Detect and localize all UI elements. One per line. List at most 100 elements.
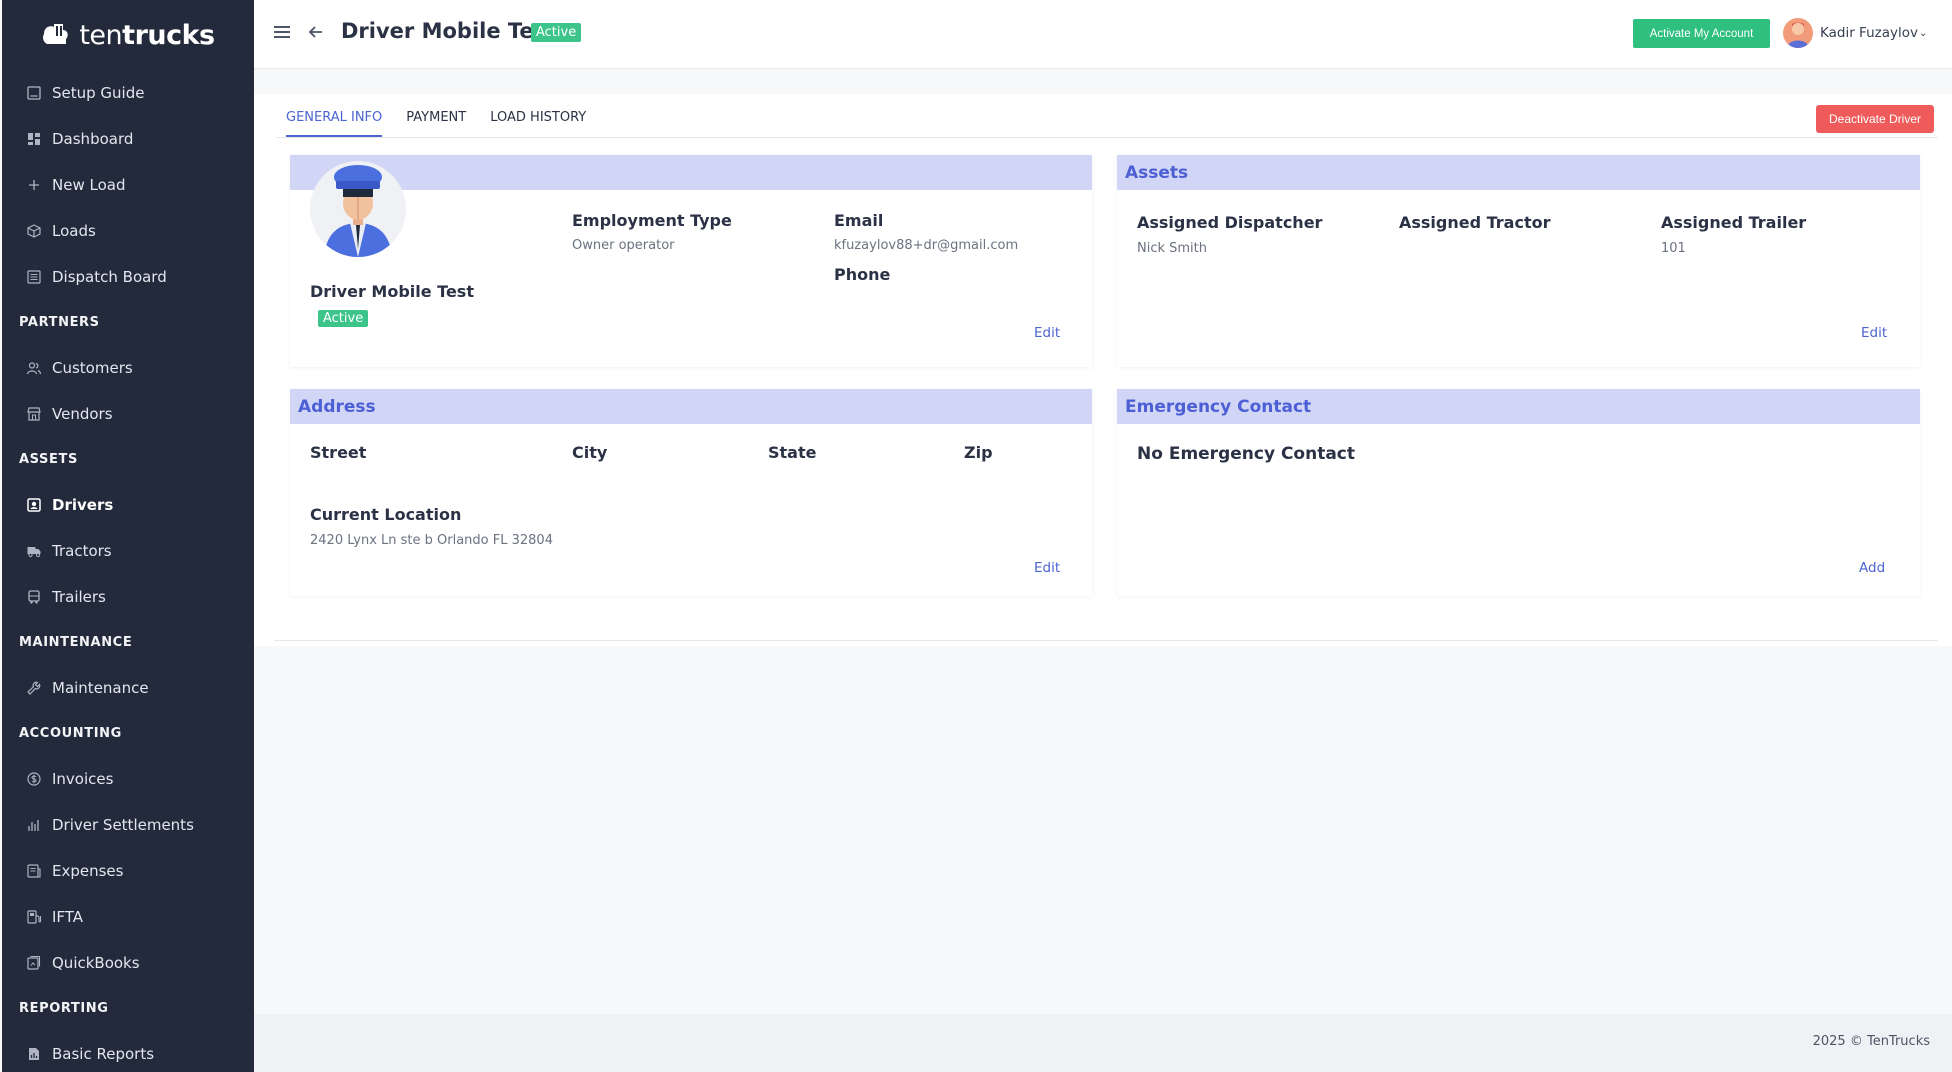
tab-payment[interactable]: PAYMENT bbox=[406, 110, 466, 137]
sidebar-item-label: Customers bbox=[52, 359, 133, 377]
status-badge: Active bbox=[531, 23, 582, 42]
assigned-trailer-value: 101 bbox=[1661, 241, 1686, 256]
add-emergency-contact-link[interactable]: Add bbox=[1859, 560, 1885, 576]
edit-driver-link[interactable]: Edit bbox=[1034, 325, 1060, 341]
sidebar-item-label: Dispatch Board bbox=[52, 268, 167, 286]
avatar bbox=[1783, 18, 1813, 48]
page-title: Driver Mobile Test bbox=[341, 19, 557, 43]
sidebar-item-customers[interactable]: Customers bbox=[2, 345, 254, 391]
city-label: City bbox=[572, 443, 608, 462]
sidebar-item-label: Drivers bbox=[52, 496, 114, 514]
sidebar-item-label: Vendors bbox=[52, 405, 113, 423]
sidebar-item-label: Setup Guide bbox=[52, 84, 145, 102]
assets-card: Assets Assigned Dispatcher Nick Smith As… bbox=[1117, 155, 1920, 367]
sidebar-item-basic-reports[interactable]: Basic Reports bbox=[2, 1031, 254, 1072]
employment-type-label: Employment Type bbox=[572, 211, 732, 230]
driver-icon bbox=[26, 497, 42, 513]
users-icon bbox=[26, 360, 42, 376]
sidebar-nav: Setup Guide Dashboard New Load Loads Dispatc… bbox=[2, 70, 254, 1072]
sidebar-item-label: Maintenance bbox=[52, 679, 149, 697]
sidebar-item-quickbooks[interactable]: QuickBooks bbox=[2, 940, 254, 986]
sidebar-section-maintenance: MAINTENANCE bbox=[19, 635, 133, 650]
sidebar-item-loads[interactable]: Loads bbox=[2, 208, 254, 254]
receipt-icon bbox=[26, 863, 42, 879]
sidebar-item-vendors[interactable]: Vendors bbox=[2, 391, 254, 437]
sidebar-item-dashboard[interactable]: Dashboard bbox=[2, 116, 254, 162]
board-icon bbox=[26, 269, 42, 285]
email-label: Email bbox=[834, 211, 884, 230]
sidebar-item-label: Loads bbox=[52, 222, 96, 240]
ledger-icon bbox=[26, 955, 42, 971]
sidebar-item-label: New Load bbox=[52, 176, 126, 194]
activate-account-button[interactable]: Activate My Account bbox=[1633, 19, 1770, 48]
hamburger-menu-icon[interactable] bbox=[272, 22, 292, 42]
sidebar-item-label: Invoices bbox=[52, 770, 114, 788]
assigned-dispatcher-value: Nick Smith bbox=[1137, 241, 1208, 256]
sidebar-item-label: IFTA bbox=[52, 908, 84, 926]
sidebar-item-invoices[interactable]: Invoices bbox=[2, 756, 254, 802]
main-panel: GENERAL INFO PAYMENT LOAD HISTORY Deacti… bbox=[254, 94, 1952, 646]
driver-avatar bbox=[310, 161, 406, 257]
footer: 2025 © TenTrucks bbox=[254, 1014, 1952, 1072]
footer-copyright: 2025 © TenTrucks bbox=[1812, 1034, 1930, 1049]
book-icon bbox=[26, 85, 42, 101]
wrench-icon bbox=[26, 680, 42, 696]
bars-icon bbox=[26, 817, 42, 833]
logo-icon bbox=[43, 24, 69, 44]
top-bar: Driver Mobile Test Active Activate My Ac… bbox=[254, 0, 1952, 69]
phone-label: Phone bbox=[834, 265, 891, 284]
address-card: Address Street City State Zip Current Lo… bbox=[290, 389, 1092, 596]
sidebar-item-setup-guide[interactable]: Setup Guide bbox=[2, 70, 254, 116]
report-icon bbox=[26, 1046, 42, 1062]
sidebar-item-label: Trailers bbox=[52, 588, 106, 606]
tab-general-info[interactable]: GENERAL INFO bbox=[286, 110, 383, 137]
sidebar-item-label: Expenses bbox=[52, 862, 124, 880]
assigned-trailer-label: Assigned Trailer bbox=[1661, 213, 1807, 232]
sidebar-item-tractors[interactable]: Tractors bbox=[2, 528, 254, 574]
sidebar-item-dispatch-board[interactable]: Dispatch Board bbox=[2, 254, 254, 300]
brand-logo[interactable]: tentrucks bbox=[2, 0, 254, 70]
sidebar-item-maintenance[interactable]: Maintenance bbox=[2, 665, 254, 711]
sidebar-section-assets: ASSETS bbox=[19, 452, 78, 467]
tabs-divider bbox=[276, 137, 1938, 138]
sidebar-item-ifta[interactable]: IFTA bbox=[2, 894, 254, 940]
sidebar-section-partners: PARTNERS bbox=[19, 315, 100, 330]
driver-info-card: Driver Mobile Test Active Employment Typ… bbox=[290, 155, 1092, 367]
edit-address-link[interactable]: Edit bbox=[1034, 560, 1060, 576]
trailer-icon bbox=[26, 589, 42, 605]
store-icon bbox=[26, 406, 42, 422]
sidebar-item-trailers[interactable]: Trailers bbox=[2, 574, 254, 620]
dollar-icon bbox=[26, 771, 42, 787]
driver-card-header bbox=[290, 155, 1092, 190]
sidebar: tentrucks Setup Guide Dashboard New Load Lo… bbox=[2, 0, 254, 1072]
sidebar-item-label: Dashboard bbox=[52, 130, 134, 148]
sidebar-section-accounting: ACCOUNTING bbox=[19, 726, 122, 741]
tab-bar: GENERAL INFO PAYMENT LOAD HISTORY bbox=[286, 110, 586, 137]
box-icon bbox=[26, 223, 42, 239]
street-label: Street bbox=[310, 443, 367, 462]
no-emergency-contact-text: No Emergency Contact bbox=[1137, 444, 1356, 464]
edit-assets-link[interactable]: Edit bbox=[1861, 325, 1887, 341]
deactivate-driver-button[interactable]: Deactivate Driver bbox=[1816, 105, 1934, 133]
tab-load-history[interactable]: LOAD HISTORY bbox=[490, 110, 586, 137]
sidebar-item-label: Driver Settlements bbox=[52, 816, 194, 834]
email-value: kfuzaylov88+dr@gmail.com bbox=[834, 238, 1019, 253]
sidebar-item-new-load[interactable]: New Load bbox=[2, 162, 254, 208]
user-menu[interactable]: Kadir Fuzaylov ⌄ bbox=[1783, 18, 1927, 48]
emergency-contact-card-header: Emergency Contact bbox=[1117, 389, 1920, 424]
sidebar-item-expenses[interactable]: Expenses bbox=[2, 848, 254, 894]
content-divider bbox=[274, 640, 1938, 641]
sidebar-item-drivers[interactable]: Drivers bbox=[2, 482, 254, 528]
assigned-dispatcher-label: Assigned Dispatcher bbox=[1137, 213, 1323, 232]
sidebar-item-driver-settlements[interactable]: Driver Settlements bbox=[2, 802, 254, 848]
chevron-down-icon: ⌄ bbox=[1918, 27, 1928, 39]
zip-label: Zip bbox=[964, 443, 993, 462]
assigned-tractor-label: Assigned Tractor bbox=[1399, 213, 1551, 232]
sidebar-item-label: QuickBooks bbox=[52, 954, 140, 972]
fuel-icon bbox=[26, 909, 42, 925]
sidebar-section-reporting: REPORTING bbox=[19, 1001, 109, 1016]
plus-icon bbox=[26, 177, 42, 193]
logo-text: tentrucks bbox=[79, 19, 215, 51]
current-location-value: 2420 Lynx Ln ste b Orlando FL 32804 bbox=[310, 533, 553, 548]
back-arrow-icon[interactable] bbox=[306, 22, 326, 42]
